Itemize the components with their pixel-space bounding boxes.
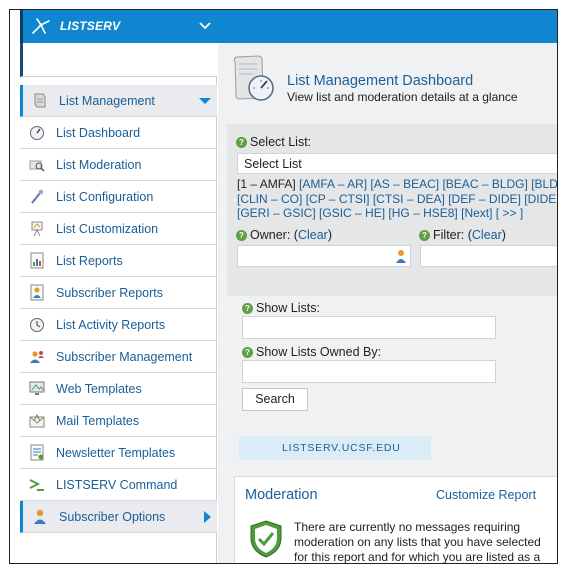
show-lists-owned-input[interactable]: [242, 360, 496, 383]
newsletter-icon: [30, 444, 44, 461]
range-link[interactable]: [CLIN – CO]: [237, 192, 302, 206]
filter-label: ? Filter: (Clear): [419, 228, 506, 242]
list-filter-panel: ? Select List: Select List [1 – AMFA] [AM…: [227, 124, 557, 296]
sidebar-item-list-configuration[interactable]: List Configuration: [20, 181, 217, 213]
moderation-message: There are currently no messages requirin…: [294, 520, 541, 564]
range-link[interactable]: [AMFA – AR]: [299, 177, 367, 191]
wrench-icon: [31, 189, 44, 204]
range-link[interactable]: [CTSI – DEA]: [373, 192, 445, 206]
scroll-icon: [34, 93, 46, 108]
range-link[interactable]: [DIDE –: [524, 192, 557, 206]
select-list-label: ? Select List:: [236, 135, 311, 149]
top-bar: LISTSERV: [20, 10, 557, 43]
user-picker-icon[interactable]: [395, 249, 407, 263]
user-icon: [34, 509, 46, 524]
brand-name: LISTSERV: [60, 19, 121, 33]
sidebar-item-list-customization[interactable]: List Customization: [20, 213, 217, 245]
magnifier-icon: [29, 160, 45, 172]
sidebar-item-list-dashboard[interactable]: List Dashboard: [20, 117, 217, 149]
list-range-links: [1 – AMFA] [AMFA – AR] [AS – BEAC] [BEAC…: [237, 177, 557, 221]
sidebar-item-list-moderation[interactable]: List Moderation: [20, 149, 217, 181]
caret-down-icon: [199, 98, 211, 104]
sidebar-item-mail-templates[interactable]: Mail Templates: [20, 405, 217, 437]
range-link[interactable]: [CP – CTSI]: [306, 192, 370, 206]
report-icon: [30, 252, 44, 269]
filter-input[interactable]: [420, 245, 557, 267]
help-icon[interactable]: ?: [242, 347, 253, 358]
app-window: LISTSERV List Management List Dashboard …: [9, 9, 558, 564]
moderation-card: Moderation Customize Report There are cu…: [234, 476, 557, 564]
moderation-title: Moderation: [245, 487, 318, 503]
help-icon[interactable]: ?: [236, 230, 247, 241]
sidebar: List Management List Dashboard List Mode…: [20, 43, 217, 563]
shield-check-icon: [250, 520, 282, 558]
sidebar-item-subscriber-reports[interactable]: Subscriber Reports: [20, 277, 217, 309]
range-link[interactable]: [BLDG: [531, 177, 557, 191]
owner-clear-link[interactable]: Clear: [298, 228, 328, 242]
monitor-icon: [29, 381, 45, 395]
sidebar-item-list-management[interactable]: List Management: [20, 85, 217, 117]
command-icon: [29, 479, 44, 491]
range-link[interactable]: [Next]: [461, 206, 492, 220]
select-list-dropdown[interactable]: Select List: [237, 153, 557, 174]
page-subtitle: View list and moderation details at a gl…: [287, 90, 518, 104]
sidebar-item-list-reports[interactable]: List Reports: [20, 245, 217, 277]
customize-report-link[interactable]: Customize Report: [436, 488, 536, 502]
range-link[interactable]: [BEAC – BLDG]: [442, 177, 527, 191]
show-lists-input[interactable]: [242, 316, 496, 339]
range-link[interactable]: [GERI – GSIC]: [237, 206, 316, 220]
sidebar-item-list-activity-reports[interactable]: List Activity Reports: [20, 309, 217, 341]
show-lists-owned-label: ? Show Lists Owned By:: [242, 345, 381, 359]
mail-icon: [29, 413, 45, 428]
range-link[interactable]: [GSIC – HE]: [319, 206, 385, 220]
main-content: List Management Dashboard View list and …: [218, 43, 557, 564]
filter-clear-link[interactable]: Clear: [472, 228, 502, 242]
page-title: List Management Dashboard: [287, 73, 474, 89]
clock-icon: [30, 318, 44, 332]
users-icon: [30, 351, 44, 363]
sidebar-item-newsletter-templates[interactable]: Newsletter Templates: [20, 437, 217, 469]
range-link[interactable]: [DEF – DIDE]: [448, 192, 521, 206]
help-icon[interactable]: ?: [242, 303, 253, 314]
chevron-down-icon[interactable]: [198, 20, 212, 32]
sidebar-item-subscriber-management[interactable]: Subscriber Management: [20, 341, 217, 373]
range-link[interactable]: [ >> ]: [496, 206, 523, 220]
brand-area[interactable]: LISTSERV: [20, 10, 216, 43]
sidebar-header: [20, 43, 217, 77]
sidebar-item-subscriber-options[interactable]: Subscriber Options: [20, 501, 217, 533]
range-current: [1 – AMFA]: [237, 177, 296, 191]
help-icon[interactable]: ?: [419, 230, 430, 241]
sidebar-item-web-templates[interactable]: Web Templates: [20, 373, 217, 405]
range-link[interactable]: [AS – BEAC]: [370, 177, 439, 191]
search-button[interactable]: Search: [242, 388, 308, 411]
sidebar-item-listserv-command[interactable]: LISTSERV Command: [20, 469, 217, 501]
show-lists-label: ? Show Lists:: [242, 301, 320, 315]
listserv-logo-icon: [32, 18, 50, 34]
caret-right-icon: [204, 511, 211, 523]
owner-label: ? Owner: (Clear): [236, 228, 332, 242]
gauge-icon: [30, 126, 44, 140]
help-icon[interactable]: ?: [236, 137, 247, 148]
dashboard-scroll-icon: [233, 55, 274, 101]
owner-input[interactable]: [237, 245, 411, 267]
range-link[interactable]: [HG – HSE8]: [388, 206, 457, 220]
server-tab[interactable]: LISTSERV.UCSF.EDU: [239, 436, 431, 460]
subscriber-report-icon: [30, 284, 44, 301]
easel-icon: [31, 221, 43, 237]
